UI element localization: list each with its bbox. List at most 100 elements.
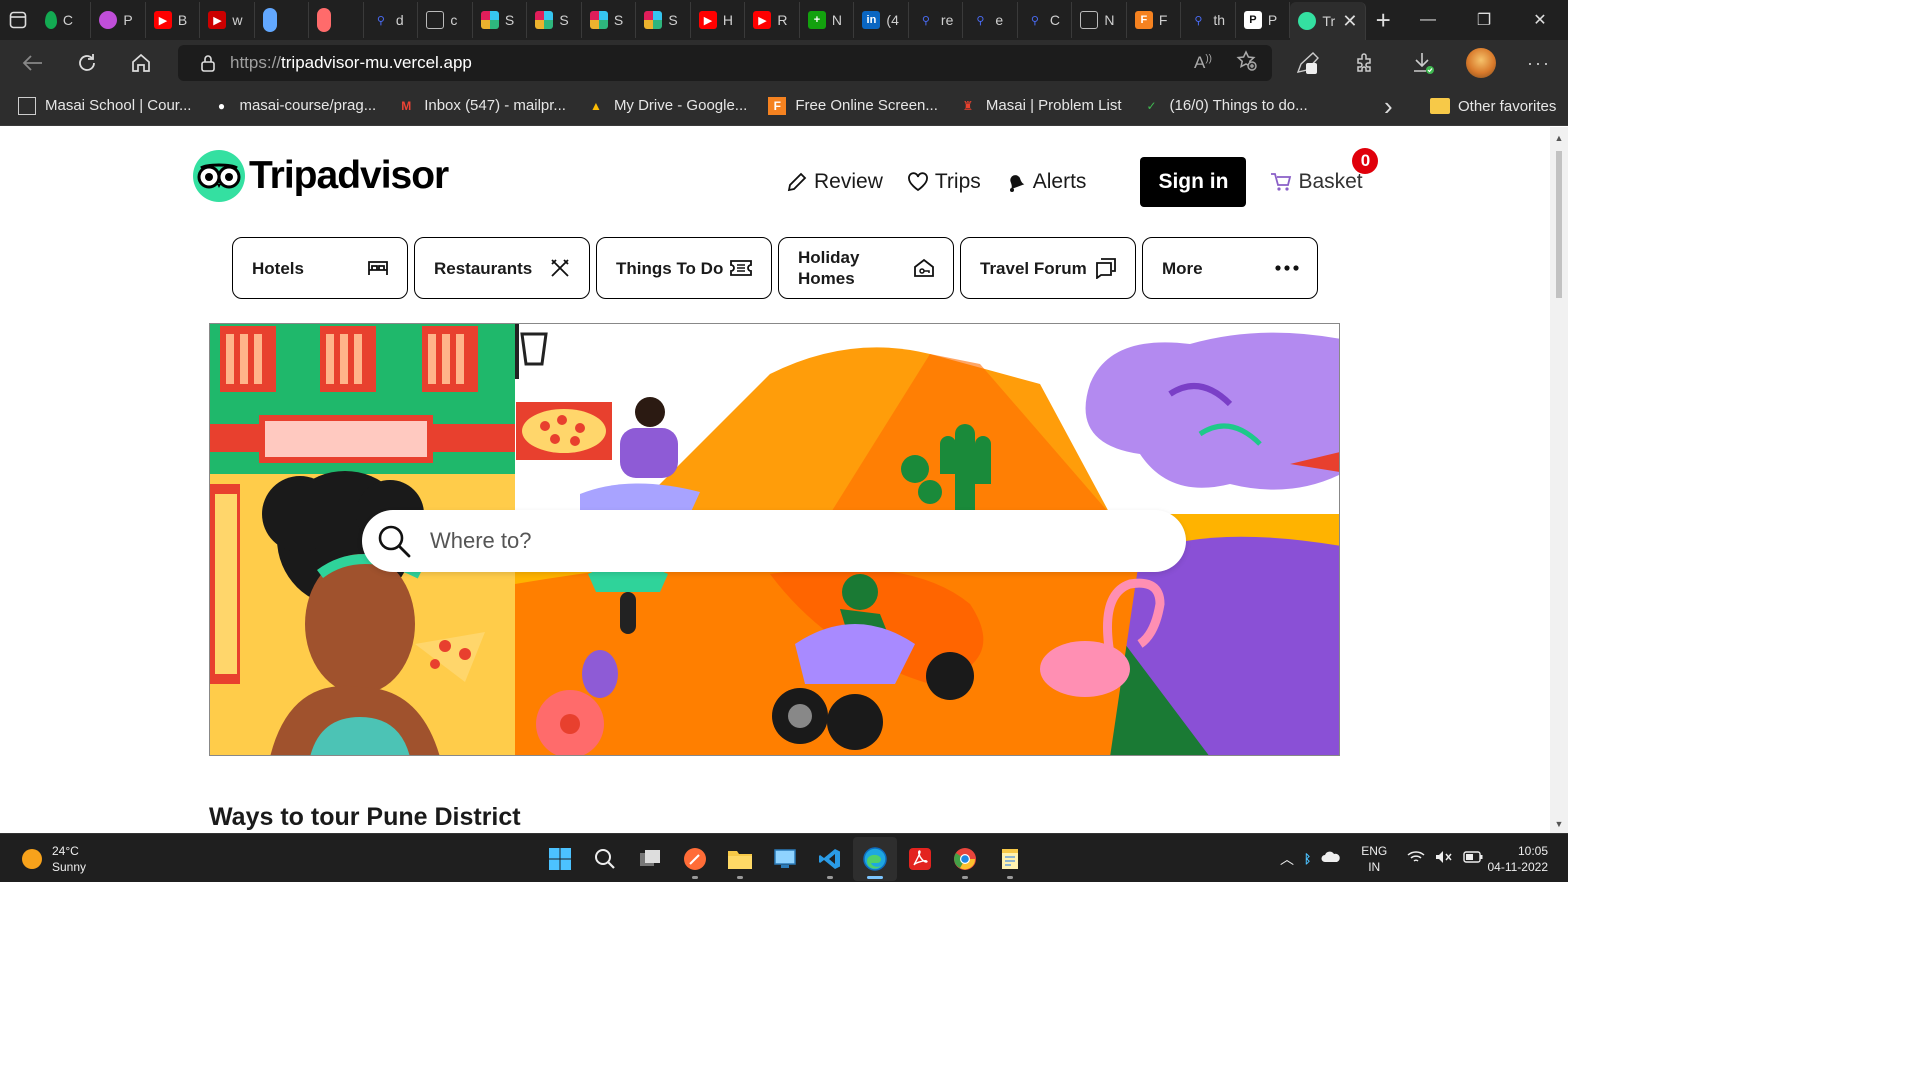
- tab-actions-menu-button[interactable]: [0, 0, 37, 40]
- active-browser-tab[interactable]: Tr ✕: [1290, 2, 1367, 40]
- browser-tab[interactable]: N: [1072, 2, 1127, 38]
- bookmark-item[interactable]: ▲ My Drive - Google...: [587, 97, 747, 115]
- bookmark-item[interactable]: F Free Online Screen...: [768, 96, 938, 115]
- collections-button[interactable]: [1278, 40, 1336, 86]
- browser-tab[interactable]: S: [582, 2, 637, 38]
- url-text[interactable]: https://tripadvisor-mu.vercel.app: [230, 53, 472, 73]
- profile-button[interactable]: [1452, 40, 1510, 86]
- category-more[interactable]: More: [1142, 237, 1318, 299]
- lock-icon[interactable]: [200, 54, 216, 72]
- browser-tab[interactable]: S: [473, 2, 528, 38]
- trips-link[interactable]: Trips: [907, 170, 981, 194]
- bookmark-item[interactable]: ● masai-course/prag...: [212, 97, 376, 115]
- category-label: Things To Do: [616, 258, 724, 278]
- basket-link[interactable]: Basket 0: [1270, 148, 1379, 194]
- slack-icon: [644, 11, 663, 29]
- clock[interactable]: 10:05 04-11-2022: [1488, 843, 1549, 875]
- category-things-to-do[interactable]: Things To Do: [596, 237, 772, 299]
- running-indicator: [737, 875, 743, 879]
- pill-icon: [317, 8, 332, 32]
- category-hotels[interactable]: Hotels: [232, 237, 408, 299]
- browser-tab[interactable]: PP: [1236, 2, 1291, 38]
- chrome-icon[interactable]: [943, 837, 987, 881]
- browser-tab[interactable]: ⚲ th: [1181, 2, 1236, 38]
- bookmark-item[interactable]: ✓ (16/0) Things to do...: [1143, 97, 1307, 115]
- file-explorer-icon[interactable]: [718, 837, 762, 881]
- close-window-button[interactable]: ✕: [1512, 0, 1568, 40]
- postman-icon[interactable]: [673, 837, 717, 881]
- browser-tab[interactable]: c: [418, 2, 473, 38]
- scroll-up-arrow[interactable]: ▲: [1550, 129, 1568, 147]
- minimize-button[interactable]: —: [1400, 0, 1456, 40]
- acrobat-icon[interactable]: [898, 837, 942, 881]
- onedrive-icon[interactable]: [1321, 851, 1341, 866]
- vscode-icon[interactable]: [808, 837, 852, 881]
- downloads-button[interactable]: [1394, 40, 1452, 86]
- browser-tab[interactable]: ▶ H: [691, 2, 746, 38]
- browser-tab[interactable]: P: [91, 2, 146, 38]
- browser-tab[interactable]: [255, 2, 310, 38]
- category-travel-forum[interactable]: Travel Forum: [960, 237, 1136, 299]
- category-label: Travel Forum: [980, 258, 1087, 278]
- language-indicator[interactable]: ENG IN: [1361, 843, 1387, 875]
- browser-tab[interactable]: S: [527, 2, 582, 38]
- bookmark-item[interactable]: Masai School | Cour...: [18, 96, 191, 115]
- add-favorite-icon[interactable]: [1236, 49, 1258, 77]
- browser-tab[interactable]: ⚲ re: [909, 2, 964, 38]
- battery-icon[interactable]: [1463, 851, 1483, 866]
- back-button[interactable]: [6, 40, 60, 86]
- extensions-button[interactable]: [1336, 40, 1394, 86]
- scrollbar-thumb[interactable]: [1550, 147, 1568, 302]
- browser-tab[interactable]: ⚲ e: [963, 2, 1018, 38]
- review-link[interactable]: Review: [786, 170, 883, 194]
- bookmark-item[interactable]: M Inbox (547) - mailpr...: [397, 97, 566, 115]
- remote-desktop-icon[interactable]: [763, 837, 807, 881]
- chevron-up-icon[interactable]: ︿: [1280, 849, 1294, 869]
- search-input[interactable]: [430, 528, 1130, 554]
- weather-temperature: 24°C: [52, 844, 79, 858]
- browser-tab[interactable]: ⚲ d: [364, 2, 419, 38]
- alerts-link[interactable]: Alerts: [1005, 170, 1086, 194]
- category-restaurants[interactable]: Restaurants: [414, 237, 590, 299]
- notepad-icon[interactable]: [988, 837, 1032, 881]
- browser-tab[interactable]: ▶ B: [146, 2, 201, 38]
- search-bar[interactable]: [362, 510, 1186, 572]
- browser-tab[interactable]: ▶ R: [745, 2, 800, 38]
- windows-start-icon[interactable]: [538, 837, 582, 881]
- task-view-icon[interactable]: [628, 837, 672, 881]
- category-holiday-homes[interactable]: Holiday Homes: [778, 237, 954, 299]
- browser-tab[interactable]: C: [37, 2, 92, 38]
- address-bar[interactable]: https://tripadvisor-mu.vercel.app A)): [178, 45, 1272, 81]
- browser-tab[interactable]: in (4: [854, 2, 909, 38]
- bluetooth-icon[interactable]: ᛒ: [1304, 852, 1311, 866]
- volume-muted-icon[interactable]: [1435, 850, 1453, 867]
- browser-tab[interactable]: FF: [1127, 2, 1182, 38]
- tab-title: S: [504, 12, 515, 28]
- windows-taskbar: 24°C Sunny ︿ ᛒ ENG IN 10:05 04-11-2022: [0, 833, 1568, 882]
- browser-tab[interactable]: [309, 2, 364, 38]
- browser-tab[interactable]: ⚲ C: [1018, 2, 1073, 38]
- other-favorites-folder[interactable]: Other favorites: [1430, 86, 1556, 126]
- browser-tab[interactable]: S: [636, 2, 691, 38]
- sign-in-button[interactable]: Sign in: [1140, 157, 1247, 207]
- wifi-icon[interactable]: [1407, 850, 1425, 867]
- running-indicator: [867, 875, 883, 879]
- close-tab-icon[interactable]: ✕: [1342, 11, 1357, 32]
- settings-more-button[interactable]: ···: [1510, 40, 1568, 86]
- browser-tab[interactable]: ▶ w: [200, 2, 255, 38]
- refresh-button[interactable]: [60, 40, 114, 86]
- tab-title: F: [1158, 12, 1168, 28]
- read-aloud-icon[interactable]: A)): [1194, 53, 1212, 73]
- tripadvisor-logo[interactable]: Tripadvisor: [193, 150, 449, 202]
- browser-tab[interactable]: + N: [800, 2, 855, 38]
- taskbar-search-icon[interactable]: [583, 837, 627, 881]
- weather-widget[interactable]: 24°C Sunny: [22, 843, 86, 875]
- new-tab-button[interactable]: +: [1366, 0, 1400, 40]
- more-bookmarks-chevron-icon[interactable]: ›: [1384, 86, 1393, 126]
- restore-button[interactable]: ❐: [1456, 0, 1512, 40]
- scroll-down-arrow[interactable]: ▼: [1550, 815, 1568, 833]
- bookmark-label: masai-course/prag...: [239, 97, 377, 114]
- home-button[interactable]: [114, 40, 168, 86]
- edge-icon[interactable]: [853, 836, 897, 881]
- bookmark-item[interactable]: ♜ Masai | Problem List: [959, 97, 1122, 115]
